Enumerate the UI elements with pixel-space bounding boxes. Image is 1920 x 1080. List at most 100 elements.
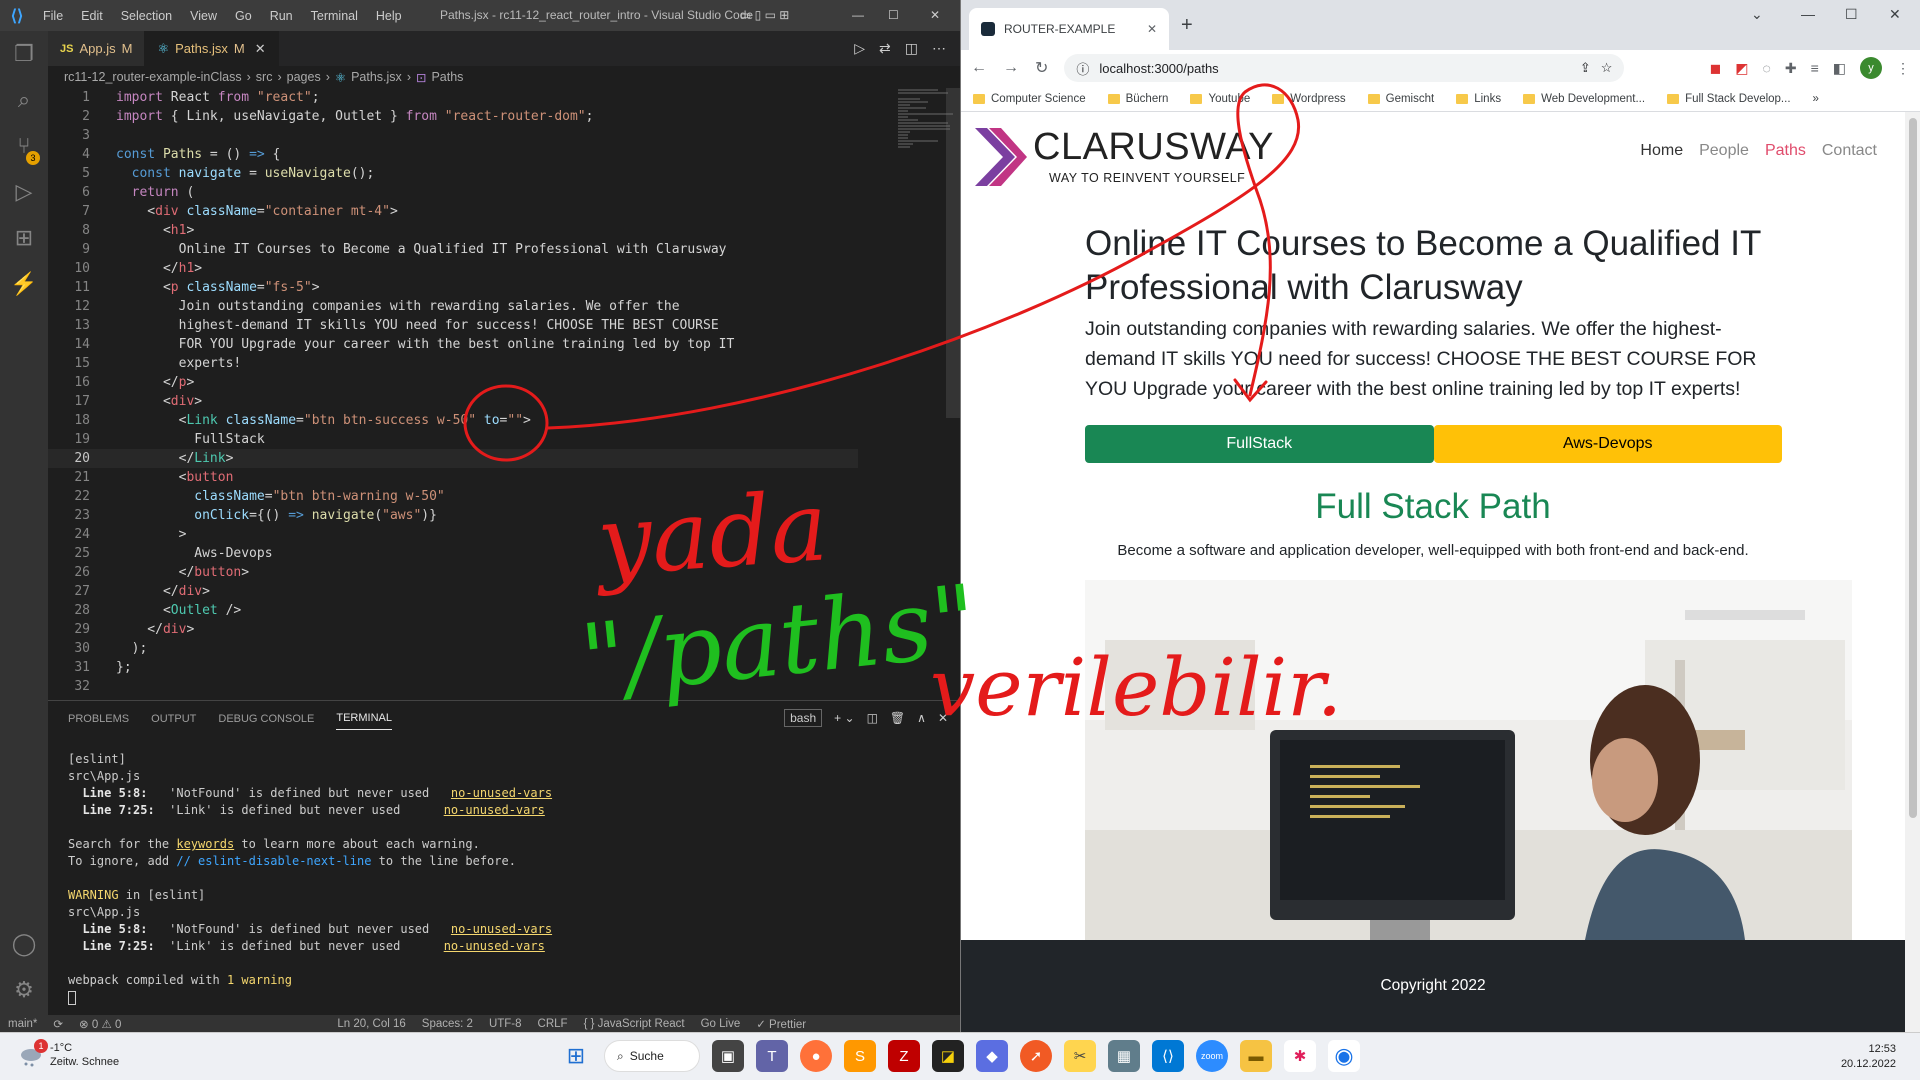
code-line[interactable]: 19 FullStack (48, 430, 858, 449)
code-line[interactable]: 18 <Link className="btn btn-success w-50… (48, 411, 858, 430)
more-bookmarks-icon[interactable]: » (1813, 93, 1819, 105)
nav-contact[interactable]: Contact (1822, 142, 1877, 160)
chrome-icon[interactable]: ◉ (1328, 1040, 1360, 1072)
zoom-icon[interactable]: zoom (1196, 1040, 1228, 1072)
compare-icon[interactable]: ⇄ (879, 40, 891, 57)
code-line[interactable]: 9 Online IT Courses to Become a Qualifie… (48, 240, 858, 259)
menu-file[interactable]: File (34, 9, 72, 23)
back-icon[interactable]: ← (971, 59, 987, 77)
share-icon[interactable]: ⇪ (1580, 60, 1591, 76)
search-icon[interactable]: ⌕ (0, 77, 48, 123)
menu-run[interactable]: Run (261, 9, 302, 23)
calculator-icon[interactable]: ▦ (1108, 1040, 1140, 1072)
postman-icon[interactable]: ➚ (1020, 1040, 1052, 1072)
code-line[interactable]: 7 <div className="container mt-4"> (48, 202, 858, 221)
explorer-icon[interactable]: ❐ (0, 31, 48, 77)
maximize-icon[interactable]: ☐ (888, 8, 899, 22)
code-line[interactable]: 32 (48, 677, 858, 696)
code-line[interactable]: 12 Join outstanding companies with rewar… (48, 297, 858, 316)
code-line[interactable]: 5 const navigate = useNavigate(); (48, 164, 858, 183)
menu-help[interactable]: Help (367, 9, 411, 23)
settings-gear-icon[interactable]: ⚙ (0, 967, 48, 1013)
taskbar-search[interactable]: ⌕ Suche (604, 1040, 700, 1072)
snipping-tool-icon[interactable]: ✂ (1064, 1040, 1096, 1072)
encoding-status[interactable]: UTF-8 (481, 1018, 530, 1030)
filezilla-icon[interactable]: Z (888, 1040, 920, 1072)
bookmark-star-icon[interactable]: ☆ (1601, 60, 1613, 76)
vscode-taskbar-icon[interactable]: ⟨⟩ (1152, 1040, 1184, 1072)
extension-icon[interactable]: ◩ (1735, 60, 1748, 77)
tab-app-js[interactable]: JS App.js M (48, 31, 146, 66)
code-line[interactable]: 27 </div> (48, 582, 858, 601)
code-line[interactable]: 15 experts! (48, 354, 858, 373)
code-line[interactable]: 24 > (48, 525, 858, 544)
tab-problems[interactable]: PROBLEMS (68, 713, 129, 725)
task-view-icon[interactable]: ▣ (712, 1040, 744, 1072)
nav-home[interactable]: Home (1640, 142, 1683, 160)
code-line[interactable]: 22 className="btn btn-warning w-50" (48, 487, 858, 506)
code-line[interactable]: 6 return ( (48, 183, 858, 202)
cursor-position[interactable]: Ln 20, Col 16 (329, 1018, 413, 1030)
menu-selection[interactable]: Selection (112, 9, 181, 23)
code-line[interactable]: 30 ); (48, 639, 858, 658)
bookmark-folder[interactable]: Full Stack Develop... (1667, 93, 1791, 105)
terminal-output[interactable]: [eslint] src\App.js Line 5:8: 'NotFound'… (68, 751, 552, 1006)
weather-widget[interactable]: 1 -1°C Zeitw. Schnee (18, 1039, 119, 1069)
menu-terminal[interactable]: Terminal (302, 9, 367, 23)
sync-icon[interactable]: ⟳ (45, 1017, 71, 1031)
code-line[interactable]: 26 </button> (48, 563, 858, 582)
crumb-folder[interactable]: rc11-12_router-example-inClass (64, 70, 242, 84)
menu-dots-icon[interactable]: ⋮ (1896, 60, 1910, 77)
nav-paths[interactable]: Paths (1765, 142, 1806, 160)
code-line[interactable]: 25 Aws-Devops (48, 544, 858, 563)
firefox-icon[interactable]: ● (800, 1040, 832, 1072)
code-line[interactable]: 10 </h1> (48, 259, 858, 278)
bookmark-folder[interactable]: Gemischt (1367, 93, 1434, 105)
minimize-icon[interactable]: — (1801, 6, 1815, 22)
maximize-panel-icon[interactable]: ∧ (917, 711, 926, 725)
code-line[interactable]: 1 import React from "react"; (48, 88, 858, 107)
code-line[interactable]: 28 <Outlet /> (48, 601, 858, 620)
split-editor-icon[interactable]: ◫ (905, 40, 918, 57)
tab-output[interactable]: OUTPUT (151, 713, 196, 725)
menu-go[interactable]: Go (226, 9, 261, 23)
maximize-icon[interactable]: ☐ (1845, 6, 1858, 23)
tab-terminal[interactable]: TERMINAL (336, 712, 392, 730)
code-editor[interactable]: 1 import React from "react"; 2 import { Lin… (48, 88, 858, 700)
code-line[interactable]: 2 import { Link, useNavigate, Outlet } fr… (48, 107, 858, 126)
new-tab-icon[interactable]: + (1181, 14, 1193, 37)
reload-icon[interactable]: ↻ (1035, 58, 1048, 78)
more-icon[interactable]: ⋯ (932, 40, 946, 57)
address-bar[interactable]: ⓘ localhost:3000/paths ⇪ ☆ (1064, 54, 1625, 82)
aws-devops-button[interactable]: Aws-Devops (1433, 425, 1782, 463)
layout-icons[interactable]: ▭ ▯ ▭ ⊞ (740, 8, 789, 22)
code-line[interactable]: 16 </p> (48, 373, 858, 392)
menu-view[interactable]: View (181, 9, 226, 23)
indent-status[interactable]: Spaces: 2 (414, 1018, 481, 1030)
minimize-icon[interactable]: — (852, 8, 864, 22)
reading-list-icon[interactable]: ≡ (1811, 60, 1819, 76)
crumb-src[interactable]: src (256, 70, 273, 84)
clarusway-logo-icon[interactable] (973, 126, 1027, 188)
sticky-notes-icon[interactable]: ◪ (932, 1040, 964, 1072)
chevron-down-icon[interactable]: ⌄ (1751, 6, 1763, 23)
windows-start-icon[interactable]: ⊞ (560, 1040, 592, 1072)
avatar[interactable]: y (1860, 57, 1882, 79)
code-line[interactable]: 17 <div> (48, 392, 858, 411)
crumb-pages[interactable]: pages (287, 70, 321, 84)
code-line[interactable]: 14 FOR YOU Upgrade your career with the … (48, 335, 858, 354)
crumb-symbol[interactable]: Paths (431, 70, 463, 84)
bookmark-folder[interactable]: Youtube (1190, 93, 1250, 105)
language-status[interactable]: { } JavaScript React (576, 1018, 693, 1030)
editor-scrollbar[interactable] (946, 88, 960, 418)
terminal-shell-select[interactable]: bash (784, 709, 823, 727)
code-line[interactable]: 29 </div> (48, 620, 858, 639)
branch-status[interactable]: main* (0, 1018, 45, 1030)
sublime-icon[interactable]: S (844, 1040, 876, 1072)
golive-status[interactable]: Go Live (693, 1018, 749, 1030)
bookmark-folder[interactable]: Wordpress (1272, 93, 1346, 105)
eol-status[interactable]: CRLF (530, 1018, 576, 1030)
code-line[interactable]: 8 <h1> (48, 221, 858, 240)
tab-paths-jsx[interactable]: ⚛ Paths.jsx M ✕ (145, 31, 279, 66)
bookmark-folder[interactable]: Büchern (1107, 93, 1168, 105)
